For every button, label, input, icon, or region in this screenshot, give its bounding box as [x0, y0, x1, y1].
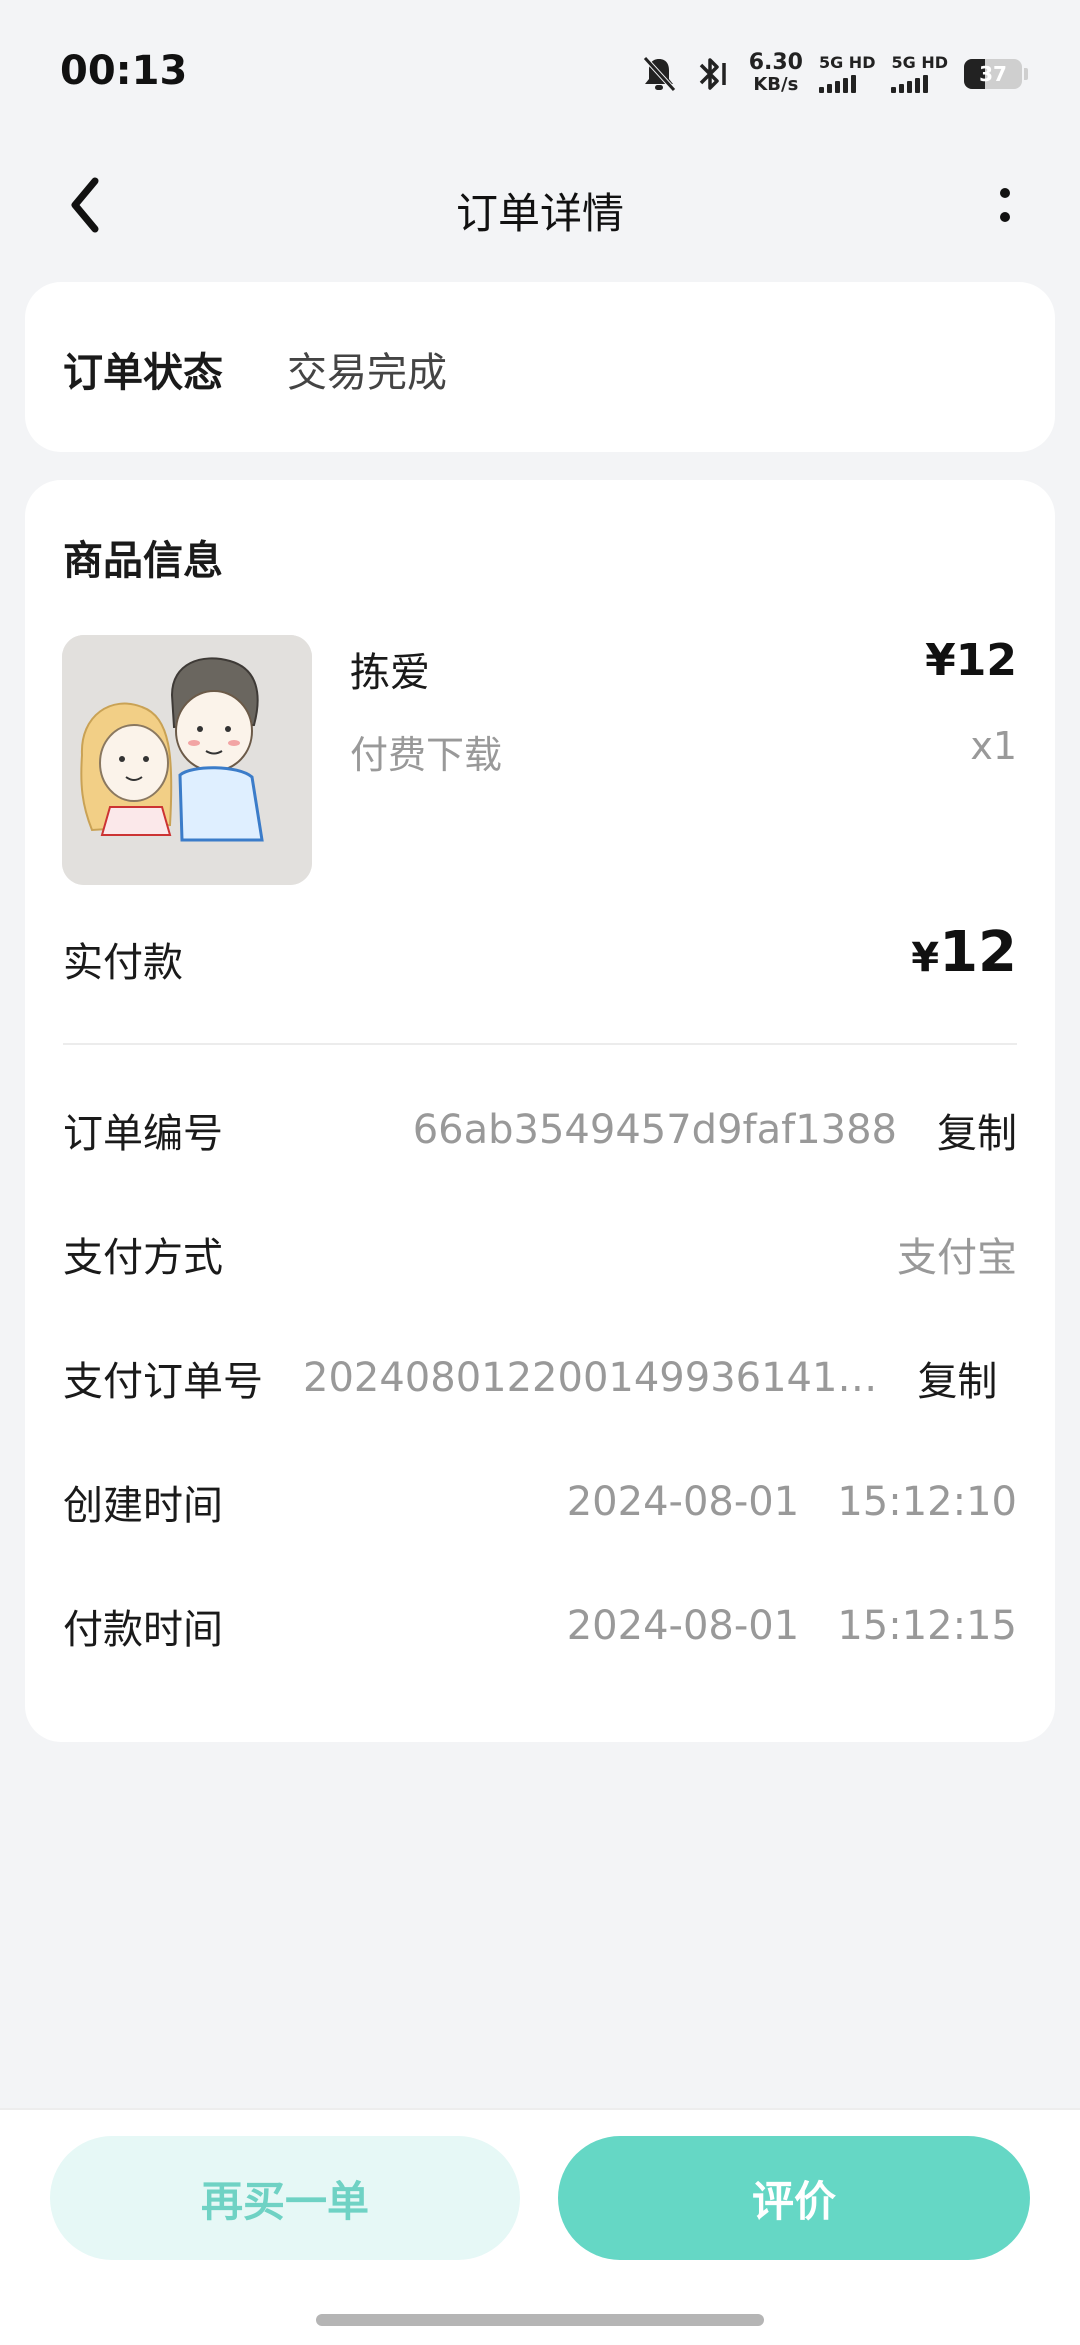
payment-order-number-row: 支付订单号 202408012200149936141… 复制 [63, 1348, 1017, 1408]
product-price: ¥12 [925, 635, 1017, 686]
more-button[interactable] [970, 170, 1040, 240]
battery-level: 37 [979, 62, 1007, 86]
paid-amount-label: 实付款 [63, 940, 183, 986]
currency-symbol: ¥ [911, 935, 940, 981]
order-number-row: 订单编号 66ab3549457d9faf1388 复制 [63, 1100, 1017, 1160]
product-quantity: x1 [970, 724, 1017, 768]
vertical-dots-icon [1000, 188, 1010, 198]
order-info-card: 商品信息 拣爱 ¥12 付费下载 x1 实付款 ¥12 订单编号 66ab354… [25, 480, 1055, 1742]
bottom-action-bar: 再买一单 评价 [0, 2108, 1080, 2345]
order-status-label: 订单状态 [63, 350, 223, 396]
product-thumbnail[interactable] [62, 635, 312, 885]
payment-order-number-label: 支付订单号 [63, 1359, 263, 1405]
signal-bars-icon [818, 75, 856, 93]
paid-time-row: 付款时间 2024-08-01 15:12:15 [63, 1596, 1017, 1656]
bluetooth-icon [699, 58, 726, 90]
home-indicator[interactable] [316, 2314, 764, 2326]
copy-payment-order-number-button[interactable]: 复制 [917, 1349, 997, 1407]
sim2-label: 5G HD [891, 53, 948, 72]
created-time-value: 2024-08-01 15:12:10 [566, 1479, 1017, 1525]
created-time-row: 创建时间 2024-08-01 15:12:10 [63, 1472, 1017, 1532]
product-name: 拣爱 [350, 650, 430, 696]
nav-header: 订单详情 [0, 160, 1080, 250]
order-number-label: 订单编号 [63, 1111, 223, 1157]
signal-bars-icon [891, 75, 929, 93]
status-icons: 6.30 KB/s 5G HD 5G HD 37 [641, 48, 1028, 100]
order-status-card: 订单状态 交易完成 [25, 282, 1055, 452]
payment-method-row: 支付方式 支付宝 [63, 1224, 1017, 1284]
battery-icon: 37 [964, 59, 1028, 89]
created-time-label: 创建时间 [63, 1483, 223, 1529]
paid-amount-number: 12 [939, 920, 1017, 985]
network-speed-value: 6.30 [748, 50, 803, 75]
payment-method-label: 支付方式 [63, 1235, 223, 1281]
paid-time-label: 付款时间 [63, 1607, 223, 1653]
copy-order-number-button[interactable]: 复制 [937, 1101, 1017, 1159]
sim1-label: 5G HD [818, 53, 876, 72]
product-section-title: 商品信息 [63, 538, 223, 584]
paid-time-value: 2024-08-01 15:12:15 [566, 1603, 1017, 1649]
status-bar: 00:13 6.30 KB/s 5G HD 5G HD 37 [0, 0, 1080, 140]
sim2-signal: 5G HD [891, 55, 948, 93]
sim1-signal: 5G HD [818, 53, 876, 93]
rebuy-button[interactable]: 再买一单 [50, 2136, 520, 2260]
status-time: 00:13 [60, 48, 188, 94]
page-title: 订单详情 [455, 189, 624, 238]
mute-bell-icon [642, 56, 676, 92]
network-speed: 6.30 KB/s [749, 52, 803, 96]
order-number-value: 66ab3549457d9faf1388 [412, 1107, 897, 1153]
product-type: 付费下载 [350, 733, 503, 777]
divider [63, 1043, 1017, 1045]
payment-method-value: 支付宝 [897, 1235, 1017, 1281]
order-status-value: 交易完成 [287, 350, 447, 396]
review-button[interactable]: 评价 [558, 2136, 1030, 2260]
payment-order-number-value: 202408012200149936141… [303, 1355, 878, 1401]
product-illustration [62, 635, 312, 885]
network-speed-unit: KB/s [753, 74, 799, 95]
paid-amount-value: ¥12 [911, 920, 1017, 985]
